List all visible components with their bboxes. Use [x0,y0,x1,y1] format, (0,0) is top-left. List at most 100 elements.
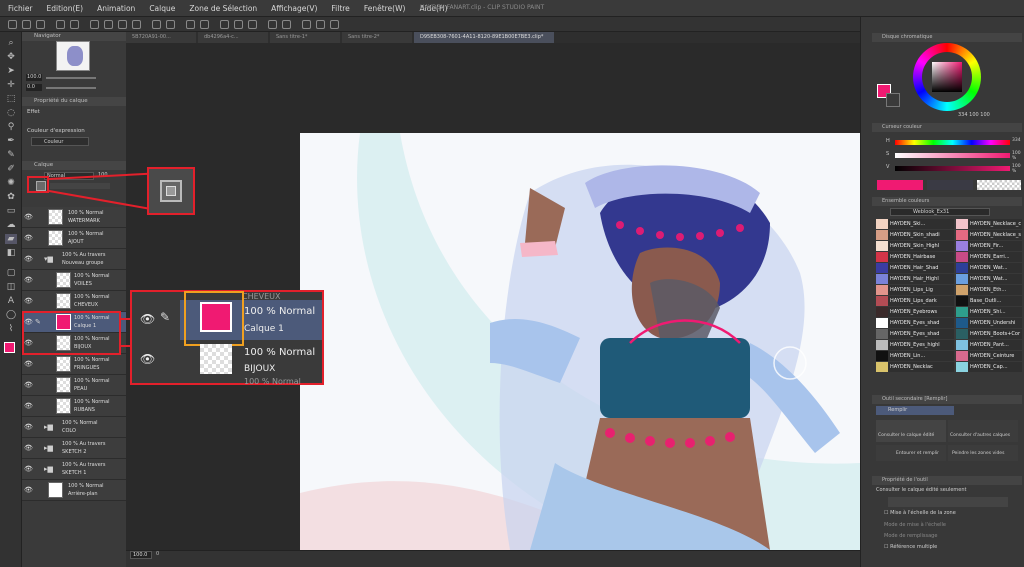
visibility-eye-icon[interactable]: 👁 [24,402,33,410]
navigator-rotate-field[interactable]: 0.0 [26,84,42,91]
zoom-field[interactable]: 100.0 [130,551,152,559]
operation-tool-icon[interactable]: ➤ [5,66,17,76]
color-swatch[interactable]: HAYDEN_Fir... [956,241,1022,251]
color-swatch[interactable]: HAYDEN_Cap... [956,362,1022,372]
visibility-eye-icon[interactable]: 👁 [140,312,155,326]
saturation-value-square[interactable] [932,62,962,92]
eyedropper-tool-icon[interactable]: ⚲ [5,122,17,132]
previous-color-bar[interactable] [927,180,973,190]
color-swatch[interactable]: HAYDEN_Wat... [956,274,1022,284]
color-swatch[interactable]: HAYDEN_Hair_Shad [876,263,954,273]
visibility-eye-icon[interactable]: 👁 [24,486,33,494]
brush-tool-icon[interactable]: ✐ [5,164,17,174]
paste-icon[interactable] [132,20,141,29]
visibility-eye-icon[interactable]: 👁 [140,352,155,366]
color-swatch[interactable]: HAYDEN_Skin_shadi [876,230,954,240]
visibility-eye-icon[interactable]: 👁 [24,234,33,242]
rotate-icon[interactable] [248,20,257,29]
open-file-icon[interactable] [22,20,31,29]
text-tool-icon[interactable]: A [5,296,17,306]
blend-tool-icon[interactable]: ☁ [5,220,17,230]
save-icon[interactable] [36,20,45,29]
sub-color-chip[interactable] [886,93,900,107]
ruler-icon[interactable] [200,20,209,29]
clear-icon[interactable] [90,20,99,29]
figure-tool-icon[interactable]: ▢ [5,268,17,278]
layer-row[interactable]: 👁 100 % Normal Arrière-plan [22,480,126,501]
folder-closed-icon[interactable]: ▸▆ [44,423,53,431]
correct-line-tool-icon[interactable]: ⌇ [5,324,17,334]
export-icon[interactable] [316,20,325,29]
balloon-tool-icon[interactable]: ◯ [5,310,17,320]
copy-icon[interactable] [118,20,127,29]
sub-tool-other-layers[interactable]: Consulter d'autres calques [948,420,1018,442]
multiple-reference-checkbox[interactable]: ☐ Référence multiple [884,544,937,550]
visibility-eye-icon[interactable]: 👁 [24,213,33,221]
frame-tool-icon[interactable]: ◫ [5,282,17,292]
color-swatch[interactable]: HAYDEN_Earri... [956,252,1022,262]
hue-slider[interactable] [895,140,1010,145]
layer-folder-row[interactable]: 👁 ▸▆ 100 % Normal COLO [22,417,126,438]
fill-icon[interactable] [268,20,277,29]
color-swatch[interactable]: HAYDEN_Eyes_shad [876,329,954,339]
tab-document-3[interactable]: Sans titre-1* [270,32,340,43]
gradient-tool-icon[interactable]: ◧ [5,248,17,258]
scale-zone-checkbox[interactable]: ☐ Mise à l'échelle de la zone [884,510,956,516]
new-file-icon[interactable] [8,20,17,29]
share-icon[interactable] [330,20,339,29]
color-swatch[interactable]: HAYDEN_Hair_Highl [876,274,954,284]
color-swatch[interactable]: HAYDEN_Necklac [876,362,954,372]
color-set-select[interactable]: Weblook_Ex31 [890,208,990,216]
tab-document-2[interactable]: db4296a4-c... [198,32,268,43]
layer-row[interactable]: 👁 100 % Normal WATERMARK [22,207,126,228]
color-swatch[interactable]: HAYDEN_Lips_dark [876,296,954,306]
navigator-preview[interactable] [56,41,90,71]
settings-icon[interactable] [302,20,311,29]
fill-mode-row[interactable]: Mode de remplissage [884,533,937,539]
sub-tool-enclose-fill[interactable]: Entourer et remplir [876,445,946,461]
zoom-tool-icon[interactable]: ⌕ [5,38,17,48]
navigator-zoom-slider[interactable] [46,77,96,79]
folder-closed-icon[interactable]: ▸▆ [44,465,53,473]
layer-folder-row[interactable]: 👁 ▾▆ 100 % Au travers Nouveau groupe [22,249,126,270]
layer-folder-row[interactable]: 👁 ▸▆ 100 % Au travers SKETCH 1 [22,459,126,480]
visibility-eye-icon[interactable]: 👁 [24,444,33,452]
folder-closed-icon[interactable]: ▸▆ [44,444,53,452]
visibility-eye-icon[interactable]: 👁 [24,423,33,431]
layer-row[interactable]: 👁 100 % Normal CHEVEUX [22,291,126,312]
color-swatch[interactable]: HAYDEN_Necklace_s [956,230,1022,240]
menu-view[interactable]: Affichage(V) [271,4,317,13]
menu-edit[interactable]: Edition(E) [47,4,84,13]
tab-document-4[interactable]: Sans titre-2* [342,32,412,43]
color-wheel[interactable] [913,43,981,111]
visibility-eye-icon[interactable]: 👁 [24,465,33,473]
main-color-swatch[interactable] [4,342,15,353]
sub-tool-active[interactable]: Remplir [876,406,954,415]
layer-row[interactable]: 👁 100 % Normal RUBANS [22,396,126,417]
navigator-zoom-field[interactable]: 100.0 [26,74,42,81]
color-swatch[interactable]: HAYDEN_Skin_Highl [876,241,954,251]
menu-selection[interactable]: Zone de Sélection [189,4,257,13]
redo-icon[interactable] [70,20,79,29]
artwork-canvas[interactable] [300,133,860,550]
visibility-eye-icon[interactable]: 👁 [24,297,33,305]
visibility-eye-icon[interactable]: 👁 [24,381,33,389]
move-tool-icon[interactable]: ✥ [5,52,17,62]
color-swatch[interactable]: HAYDEN_Eyebrows [876,307,954,317]
visibility-eye-icon[interactable]: 👁 [24,255,33,263]
shape-icon[interactable] [220,20,229,29]
layer-row[interactable]: 👁 100 % Normal AJOUT [22,228,126,249]
color-swatch[interactable]: HAYDEN_Shi... [956,307,1022,317]
color-swatch[interactable]: HAYDEN_Necklace_c [956,219,1022,229]
color-swatch[interactable]: HAYDEN_Lin... [876,351,954,361]
visibility-eye-icon[interactable]: 👁 [24,276,33,284]
color-swatch[interactable]: HAYDEN_Lips_Lig [876,285,954,295]
selection-tool-icon[interactable]: ⬚ [5,94,17,104]
menu-filter[interactable]: Filtre [331,4,349,13]
eraser-tool-icon[interactable]: ▭ [5,206,17,216]
layer-move-icon[interactable]: ✛ [5,80,17,90]
pen-tool-icon[interactable]: ✒ [5,136,17,146]
color-swatch[interactable]: HAYDEN_Boots+Cor [956,329,1022,339]
expression-color-select[interactable]: Couleur [31,137,89,146]
folder-open-icon[interactable]: ▾▆ [44,255,53,263]
